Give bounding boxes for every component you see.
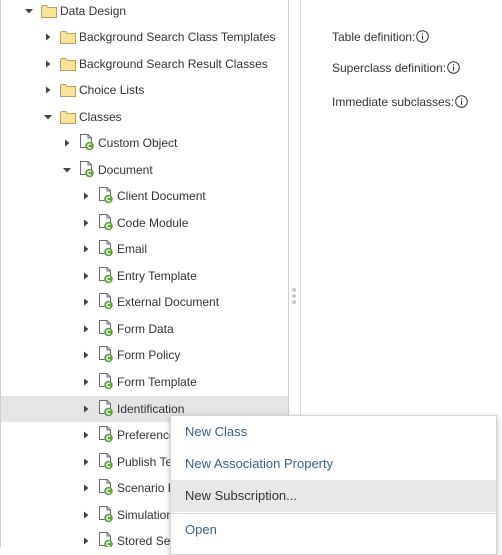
info-icon[interactable] (447, 61, 460, 74)
tree-item-label: Choice Lists (79, 83, 145, 97)
tree-row-background-search-class-templates[interactable]: Background Search Class Templates (1, 24, 288, 50)
tree-item-label: Publish Te (117, 455, 173, 469)
collapse-chevron-icon[interactable] (62, 165, 72, 175)
folder-icon (60, 110, 76, 127)
tree-row-data-design[interactable]: Data Design (1, 0, 288, 24)
expand-chevron-icon[interactable] (43, 32, 53, 42)
expand-chevron-icon[interactable] (81, 297, 91, 307)
expand-chevron-icon[interactable] (43, 85, 53, 95)
table-definition-label: Table definition: (332, 30, 430, 44)
tree-item-label: Form Policy (117, 348, 181, 362)
tree-item-label: Code Module (117, 216, 189, 230)
tree-item-label: Classes (79, 110, 122, 124)
immediate-subclasses-label: Immediate subclasses: (332, 95, 468, 109)
menu-item-new-subscription[interactable]: New Subscription... (171, 480, 496, 512)
expand-chevron-icon[interactable] (81, 430, 91, 440)
expand-chevron-icon[interactable] (81, 350, 91, 360)
tree-row-form-policy[interactable]: Form Policy (1, 342, 288, 368)
folder-icon (41, 4, 57, 21)
class-icon (98, 532, 114, 547)
tree-item-label: Identification (117, 402, 185, 416)
class-icon (98, 320, 114, 337)
tree-row-choice-lists[interactable]: Choice Lists (1, 77, 288, 103)
superclass-definition-label: Superclass definition: (332, 61, 460, 75)
expand-chevron-icon[interactable] (81, 244, 91, 254)
menu-item-new-association-property[interactable]: New Association Property (171, 448, 496, 480)
class-icon (98, 293, 114, 310)
tree-item-label: Background Search Result Classes (79, 57, 268, 71)
tree-item-label: Form Template (117, 375, 197, 389)
collapse-chevron-icon[interactable] (24, 6, 34, 16)
class-icon (79, 134, 95, 151)
tree-item-label: Background Search Class Templates (79, 30, 276, 44)
class-icon (98, 240, 114, 257)
expand-chevron-icon[interactable] (81, 324, 91, 334)
class-icon (98, 453, 114, 470)
tree-item-label: Form Data (117, 322, 174, 336)
expand-chevron-icon[interactable] (81, 377, 91, 387)
folder-icon (60, 57, 76, 74)
folder-icon (60, 30, 76, 47)
class-icon (98, 506, 114, 523)
expand-chevron-icon[interactable] (81, 191, 91, 201)
expand-chevron-icon[interactable] (81, 218, 91, 228)
tree-row-client-document[interactable]: Client Document (1, 183, 288, 209)
context-menu: New Class New Association Property New S… (170, 415, 497, 555)
expand-chevron-icon[interactable] (81, 536, 91, 546)
expand-chevron-icon[interactable] (62, 138, 72, 148)
class-icon (98, 400, 114, 417)
tree-row-background-search-result-classes[interactable]: Background Search Result Classes (1, 51, 288, 77)
tree-row-custom-object[interactable]: Custom Object (1, 130, 288, 156)
tree-item-label: External Document (117, 295, 220, 309)
class-icon (98, 426, 114, 443)
tree-item-label: Document (98, 163, 153, 177)
tree-row-form-template[interactable]: Form Template (1, 369, 288, 395)
tree-row-form-data[interactable]: Form Data (1, 316, 288, 342)
class-icon (98, 346, 114, 363)
class-icon (98, 479, 114, 496)
tree-item-label: Data Design (60, 4, 127, 18)
menu-item-new-class[interactable]: New Class (171, 416, 496, 448)
expand-chevron-icon[interactable] (81, 483, 91, 493)
tree-row-code-module[interactable]: Code Module (1, 210, 288, 236)
tree-row-external-document[interactable]: External Document (1, 289, 288, 315)
tree-item-label: Stored Se (117, 534, 171, 547)
menu-item-open[interactable]: Open (171, 514, 496, 546)
tree-item-label: Custom Object (98, 136, 178, 150)
expand-chevron-icon[interactable] (81, 404, 91, 414)
expand-chevron-icon[interactable] (81, 510, 91, 520)
panel-splitter-handle[interactable] (292, 288, 297, 308)
info-icon[interactable] (455, 95, 468, 108)
tree-row-email[interactable]: Email (1, 236, 288, 262)
tree-row-classes[interactable]: Classes (1, 104, 288, 130)
tree-row-document[interactable]: Document (1, 157, 288, 183)
class-icon (98, 373, 114, 390)
tree-item-label: Scenario D (117, 481, 177, 495)
folder-icon (60, 83, 76, 100)
class-icon (98, 267, 114, 284)
tree-item-label: Client Document (117, 189, 206, 203)
collapse-chevron-icon[interactable] (43, 112, 53, 122)
class-icon (98, 214, 114, 231)
expand-chevron-icon[interactable] (43, 59, 53, 69)
tree-item-label: Email (117, 242, 148, 256)
expand-chevron-icon[interactable] (81, 457, 91, 467)
tree-item-label: Entry Template (117, 269, 197, 283)
expand-chevron-icon[interactable] (81, 271, 91, 281)
tree-item-label: Simulation (117, 508, 174, 522)
tree-item-label: Preference (117, 428, 176, 442)
tree-row-entry-template[interactable]: Entry Template (1, 263, 288, 289)
info-icon[interactable] (416, 30, 430, 43)
class-icon (98, 187, 114, 204)
class-icon (79, 161, 95, 178)
